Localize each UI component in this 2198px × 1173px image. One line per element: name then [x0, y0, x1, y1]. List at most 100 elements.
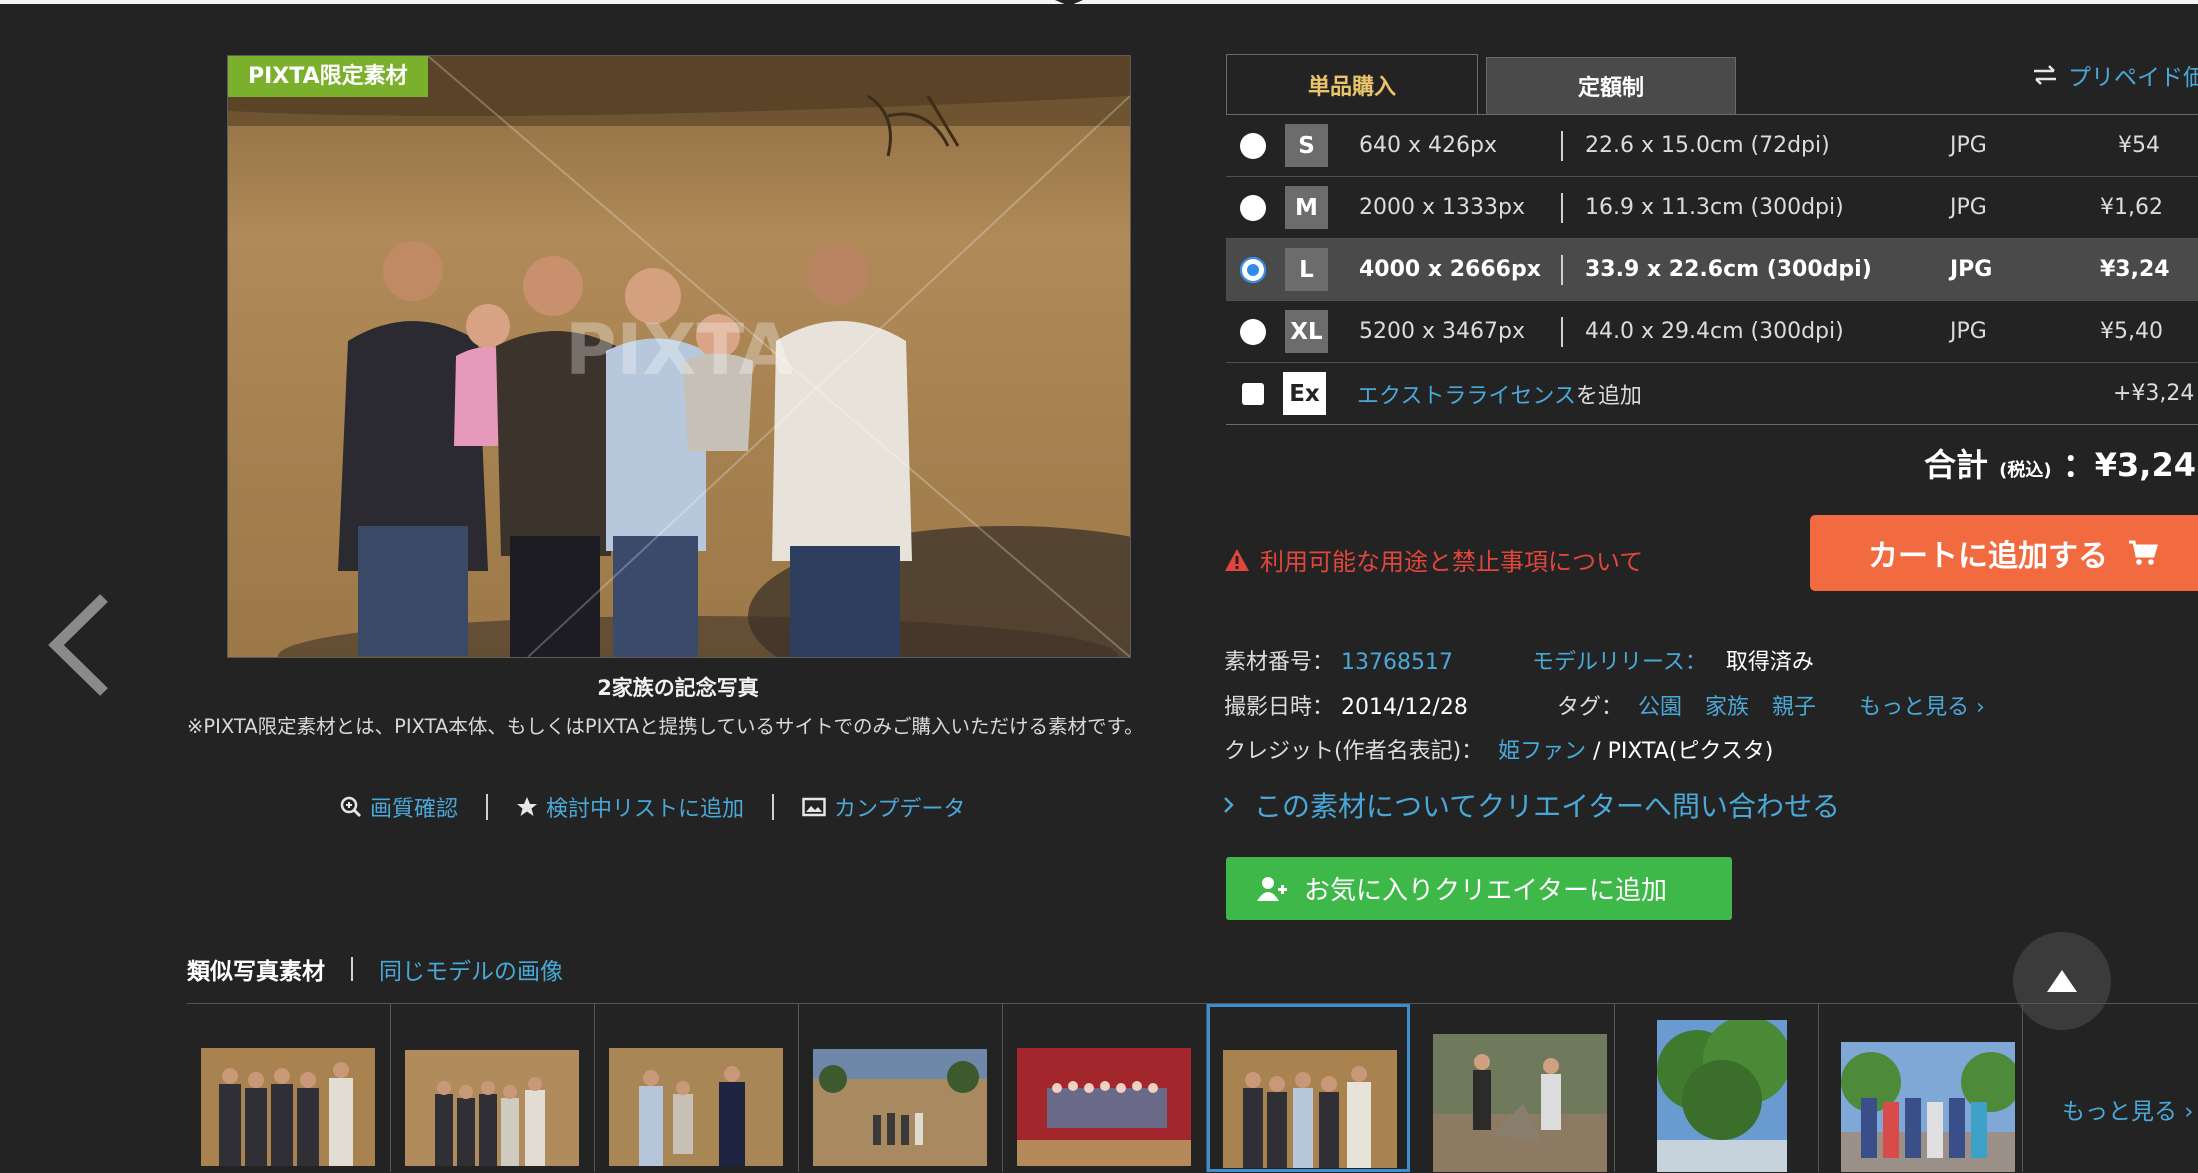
size-letter-badge: S [1285, 124, 1328, 167]
size-radio[interactable] [1240, 132, 1266, 159]
id-value: 13768517 [1341, 650, 1453, 675]
size-format: JPG [1950, 195, 1987, 220]
thumb-image [609, 1048, 783, 1166]
tag-link[interactable]: 公園 [1638, 695, 1682, 720]
top-bar [0, 0, 2198, 4]
quality-check-link[interactable]: 画質確認 [340, 791, 458, 823]
top-notch [1055, 0, 1083, 6]
similar-thumb-current[interactable] [1207, 1004, 1410, 1172]
similar-thumb[interactable] [1819, 1004, 2023, 1172]
size-price: ¥3,24 [2100, 257, 2170, 282]
extra-license-checkbox[interactable] [1242, 382, 1264, 405]
date-info: 撮影日時： 2014/12/28 [1224, 689, 1468, 721]
usage-warning-link[interactable]: 利用可能な用途と禁止事項について [1224, 542, 1643, 577]
more-similar-link[interactable]: もっと見る › [2062, 1092, 2194, 1126]
release-label[interactable]: モデルリリース： [1532, 650, 1707, 675]
column-divider [1561, 192, 1563, 223]
more-tags-link[interactable]: もっと見る › [1859, 695, 1985, 720]
size-radio-selected[interactable] [1240, 256, 1266, 283]
tag-link[interactable]: 親子 [1772, 695, 1816, 720]
thumb-image [1657, 1020, 1787, 1172]
thumb-image [1433, 1034, 1607, 1172]
credit-sep: / [1586, 739, 1608, 764]
release-value: 取得済み [1725, 650, 1814, 675]
similar-thumb[interactable] [391, 1004, 595, 1172]
size-format: JPG [1950, 257, 1993, 282]
exclusive-note: ※PIXTA限定素材とは、PIXTA本体、もしくはPIXTAと提携しているサイト… [187, 715, 1144, 738]
extra-license-link[interactable]: エクストラライセンス [1357, 384, 1576, 409]
size-letter-badge: M [1285, 186, 1328, 229]
similar-thumb[interactable] [595, 1004, 799, 1172]
credit-author-link[interactable]: 姫ファン [1498, 739, 1586, 764]
size-row-s[interactable]: S 640 x 426px 22.6 x 15.0cm (72dpi) JPG … [1226, 115, 2198, 177]
thumb-image [1017, 1048, 1191, 1166]
size-px: 4000 x 2666px [1359, 257, 1541, 282]
size-cm: 33.9 x 22.6cm (300dpi) [1585, 257, 1872, 282]
action-divider [772, 794, 775, 820]
warning-icon [1225, 548, 1249, 571]
size-row-m[interactable]: M 2000 x 1333px 16.9 x 11.3cm (300dpi) J… [1226, 177, 2198, 239]
prepaid-label: プリペイド価 [2068, 65, 2198, 91]
star-icon [517, 797, 538, 816]
size-cm: 44.0 x 29.4cm (300dpi) [1585, 319, 1844, 344]
size-price: ¥54 [2118, 133, 2160, 158]
similar-thumb[interactable] [799, 1004, 1003, 1172]
quality-check-label: 画質確認 [370, 797, 459, 822]
thumb-image [813, 1049, 987, 1166]
usage-warning-label: 利用可能な用途と禁止事項について [1260, 548, 1644, 576]
similar-divider [351, 957, 353, 981]
thumb-image [1841, 1042, 2015, 1172]
creator-inquiry-link[interactable]: この素材についてクリエイターへ問い合わせる [1222, 785, 1840, 825]
credit-site: PIXTA(ピクスタ) [1607, 739, 1774, 764]
image-icon [802, 797, 826, 817]
thumb-image [201, 1048, 375, 1166]
similar-tabs: 類似写真素材 同じモデルの画像 [187, 952, 563, 986]
photo-caption: 2家族の記念写真 [597, 676, 759, 700]
similar-thumb[interactable] [187, 1004, 391, 1172]
add-to-cart-label: カートに追加する [1868, 539, 2108, 574]
favorite-creator-button[interactable]: お気に入りクリエイターに追加 [1226, 857, 1732, 920]
column-divider [1561, 316, 1563, 347]
prev-arrow-icon[interactable] [42, 590, 122, 700]
total-sep: ： [2062, 446, 2095, 484]
add-to-list-label: 検討中リストに追加 [546, 797, 745, 822]
add-to-list-link[interactable]: 検討中リストに追加 [516, 791, 744, 823]
size-row-xl[interactable]: XL 5200 x 3467px 44.0 x 29.4cm (300dpi) … [1226, 301, 2198, 363]
tab-same-model[interactable]: 同じモデルの画像 [379, 952, 563, 986]
comp-data-link[interactable]: カンプデータ [802, 791, 965, 823]
main-photo[interactable]: PIXTA [227, 55, 1131, 658]
add-user-icon [1257, 876, 1287, 901]
size-cm: 16.9 x 11.3cm (300dpi) [1585, 195, 1844, 220]
watermark-text: PIXTA [565, 309, 793, 391]
zoom-icon [340, 796, 362, 818]
similar-thumb[interactable] [1615, 1004, 1819, 1172]
size-format: JPG [1950, 133, 1987, 158]
size-radio[interactable] [1240, 194, 1266, 221]
swap-icon [2034, 65, 2056, 85]
date-label: 撮影日時： [1224, 695, 1335, 720]
arrow-up-icon [2047, 970, 2077, 992]
cart-icon [2129, 540, 2158, 565]
similar-thumb[interactable] [1003, 1004, 1207, 1172]
similar-thumb[interactable] [1411, 1004, 1615, 1172]
extra-license-price: +¥3,24 [2113, 381, 2195, 406]
size-radio[interactable] [1240, 318, 1266, 345]
size-letter-badge: L [1285, 248, 1328, 291]
extra-license-badge: Ex [1283, 372, 1326, 415]
tab-single-purchase[interactable]: 単品購入 [1226, 54, 1478, 115]
size-row-l[interactable]: L 4000 x 2666px 33.9 x 22.6cm (300dpi) J… [1226, 239, 2198, 301]
size-price: ¥1,62 [2100, 195, 2163, 220]
tag-link[interactable]: 家族 [1705, 695, 1749, 720]
tags: タグ： 公園 家族 親子 もっと見る › [1557, 689, 1985, 721]
extra-license-row[interactable]: Ex エクストラライセンスを追加 +¥3,24 [1226, 363, 2198, 425]
credit-info: クレジット(作者名表記)： 姫ファン / PIXTA(ピクスタ) [1224, 733, 1773, 765]
total-value: ¥3,24 [2094, 446, 2196, 484]
tab-similar-photos[interactable]: 類似写真素材 [187, 952, 325, 986]
tab-subscription[interactable]: 定額制 [1486, 57, 1736, 115]
add-to-cart-button[interactable]: カートに追加する [1810, 515, 2198, 591]
prepaid-link[interactable]: プリペイド価 [2032, 58, 2198, 92]
size-px: 2000 x 1333px [1359, 195, 1525, 220]
total-label: 合計 [1924, 446, 1989, 484]
size-letter-badge: XL [1285, 310, 1328, 353]
size-px: 640 x 426px [1359, 133, 1497, 158]
